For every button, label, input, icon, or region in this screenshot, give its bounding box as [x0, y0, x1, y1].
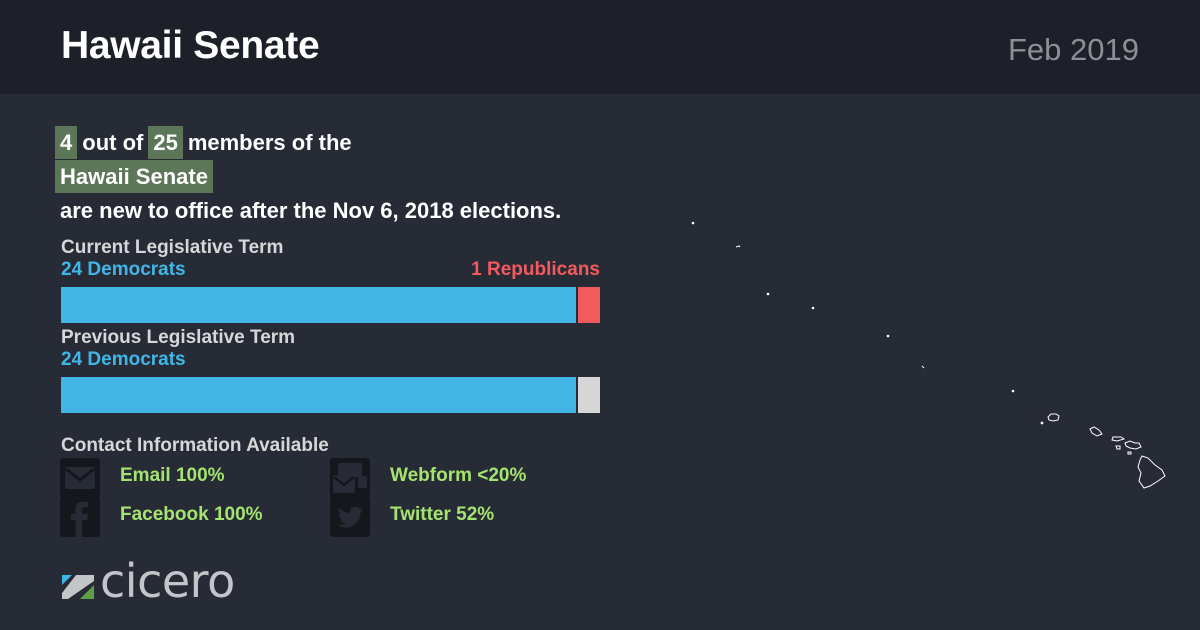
current-term-bar — [61, 287, 600, 323]
cicero-wordmark: cicero — [100, 554, 235, 608]
hawaii-islands-map — [691, 221, 1166, 489]
contact-twitter-label: Twitter 52% — [390, 504, 495, 525]
islet-dot — [811, 306, 815, 310]
current-rep-label: 1 Republicans — [471, 259, 600, 280]
hawaii-big-island — [1137, 455, 1166, 489]
new-count-highlight: 4 — [55, 126, 78, 159]
page-title: Hawaii Senate — [61, 24, 320, 67]
current-dem-segment — [61, 287, 576, 323]
current-term-label: Current Legislative Term — [61, 237, 284, 258]
envelope-icon — [60, 458, 100, 498]
previous-dem-segment — [61, 377, 576, 413]
islet-dot — [1011, 389, 1015, 393]
headline-line-2: Hawaii Senate — [55, 160, 561, 194]
previous-dem-label: 24 Democrats — [61, 349, 186, 370]
islet-outline — [735, 245, 741, 248]
niihau-island — [1040, 421, 1044, 425]
out-of-text: out of — [82, 130, 144, 155]
contact-webform-label: Webform <20% — [390, 465, 527, 486]
contact-email-label: Email 100% — [120, 465, 225, 486]
previous-term-label: Previous Legislative Term — [61, 327, 296, 348]
islet-dot — [766, 292, 770, 296]
oahu-island — [1089, 426, 1103, 437]
previous-other-segment — [578, 377, 600, 413]
webform-icon — [330, 458, 370, 498]
current-dem-label: 24 Democrats — [61, 259, 186, 280]
date-label: Feb 2019 — [1008, 32, 1139, 67]
contact-title: Contact Information Available — [61, 435, 329, 456]
islet-dot — [691, 221, 695, 225]
molokai-island — [1111, 436, 1126, 442]
headline: 4 out of 25 members of the Hawaii Senate ar… — [55, 126, 561, 229]
total-highlight: 25 — [148, 126, 183, 159]
contact-facebook-label: Facebook 100% — [120, 504, 263, 525]
maui-island — [1124, 440, 1142, 450]
current-rep-segment — [578, 287, 600, 323]
twitter-icon — [330, 497, 370, 537]
body-name-highlight: Hawaii Senate — [55, 160, 213, 193]
kauai-island — [1047, 413, 1060, 422]
headline-suffix: are new to office after the Nov 6, 2018 … — [60, 198, 562, 223]
header-bar: Hawaii Senate Feb 2019 — [0, 0, 1200, 94]
kahoolawe-island — [1127, 451, 1132, 455]
lanai-island — [1115, 445, 1121, 450]
islet-dot — [886, 334, 890, 338]
facebook-icon — [60, 497, 100, 537]
islet-outline — [921, 365, 925, 369]
headline-line-1: 4 out of 25 members of the — [55, 126, 561, 160]
previous-term-bar — [61, 377, 600, 413]
cicero-logo: cicero — [62, 554, 272, 608]
cicero-logo-mark — [62, 575, 94, 599]
members-text: members of the — [187, 130, 352, 155]
